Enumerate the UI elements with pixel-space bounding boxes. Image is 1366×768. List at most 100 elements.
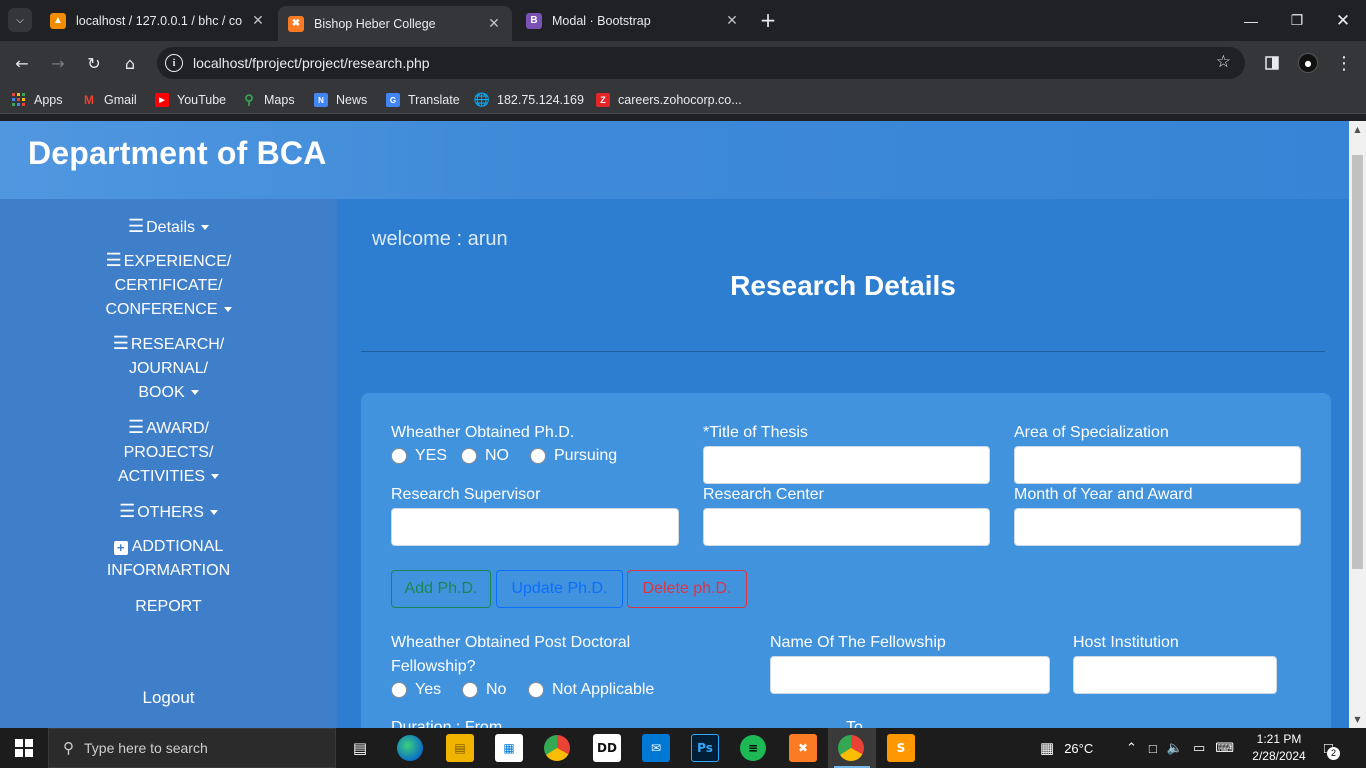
mail-icon[interactable]: ✉ xyxy=(642,734,670,762)
bookmark-zoho[interactable]: Z careers.zohocorp.co... xyxy=(596,91,742,109)
taskbar-search[interactable]: ⚲ Type here to search xyxy=(48,728,336,768)
sidebar-item-research[interactable]: ☰ RESEARCH/ JOURNAL/ BOOK xyxy=(0,331,337,405)
update-phd-button[interactable]: Update Ph.D. xyxy=(496,570,623,608)
bookmark-apps[interactable]: Apps xyxy=(12,91,63,109)
tab-search-button[interactable]: ⌵ xyxy=(8,8,32,32)
network-icon[interactable]: □ xyxy=(1149,741,1157,756)
duration-from-label: Duration : From xyxy=(391,719,503,728)
reload-icon: ↻ xyxy=(87,53,101,73)
supervisor-input[interactable] xyxy=(391,508,679,546)
battery-icon[interactable]: ▭ xyxy=(1193,740,1205,756)
bookmark-gmail[interactable]: M Gmail xyxy=(82,91,137,109)
phd-radio-no[interactable]: NO xyxy=(461,447,509,465)
chrome-menu-button[interactable]: ⋮ xyxy=(1332,51,1356,75)
fellowship-name-input[interactable] xyxy=(770,656,1050,694)
add-phd-button[interactable]: Add Ph.D. xyxy=(391,570,491,608)
bookmark-youtube[interactable]: ▶ YouTube xyxy=(155,91,226,109)
close-icon[interactable]: ✕ xyxy=(724,12,740,29)
bookmark-news[interactable]: N News xyxy=(314,91,367,109)
side-panel-button[interactable] xyxy=(1260,51,1284,75)
postdoc-radio-not-applicable[interactable]: Not Applicable xyxy=(528,681,654,699)
award-month-input[interactable] xyxy=(1014,508,1301,546)
url-text[interactable]: localhost/fproject/project/research.php xyxy=(193,55,430,71)
sidebar-item-award[interactable]: ☰ AWARD/ PROJECTS/ ACTIVITIES xyxy=(0,415,337,489)
bookmark-ip[interactable]: 🌐 182.75.124.169 xyxy=(473,91,584,109)
spotify-icon[interactable]: ≡ xyxy=(740,735,766,761)
dolby-icon[interactable]: DD xyxy=(593,734,621,762)
address-bar[interactable]: i localhost/fproject/project/research.ph… xyxy=(157,47,1245,79)
thesis-title-input[interactable] xyxy=(703,446,990,484)
sidebar-item-others[interactable]: ☰ OTHERS xyxy=(0,499,337,525)
file-explorer-icon[interactable]: ▤ xyxy=(446,734,474,762)
chevron-up-icon[interactable]: ⌃ xyxy=(1126,740,1137,756)
keyboard-icon[interactable]: ⌨ xyxy=(1215,740,1234,756)
page-viewport: Department of BCA ☰ Details ☰ EXPERIENCE/ … xyxy=(0,121,1349,728)
main-content: welcome : arun Research Details Wheather… xyxy=(337,199,1349,728)
caret-down-icon xyxy=(209,510,218,516)
scroll-up-icon[interactable]: ▲ xyxy=(1353,125,1362,134)
arrow-left-icon: ← xyxy=(15,53,29,73)
globe-icon: 🌐 xyxy=(473,92,491,107)
logout-link[interactable]: Logout xyxy=(0,688,337,708)
research-center-input[interactable] xyxy=(703,508,990,546)
phd-radio-yes[interactable]: YES xyxy=(391,447,447,465)
task-view-icon[interactable]: ▤ xyxy=(346,734,374,762)
new-tab-button[interactable]: + xyxy=(758,9,778,31)
photoshop-icon[interactable]: Ps xyxy=(691,734,719,762)
caret-down-icon xyxy=(211,474,220,480)
home-button[interactable]: ⌂ xyxy=(118,51,142,75)
bookmark-translate[interactable]: G Translate xyxy=(386,91,460,109)
windows-taskbar: ⚲ Type here to search ▤ ▤ ▦ DD ✉ Ps ≡ ✖ … xyxy=(0,728,1366,768)
scrollbar-thumb[interactable] xyxy=(1352,155,1363,569)
taskbar-clock[interactable]: 1:21 PM 2/28/2024 xyxy=(1243,731,1315,765)
sidebar: ☰ Details ☰ EXPERIENCE/ CERTIFICATE/ CONFE… xyxy=(0,199,337,728)
page-scrollbar[interactable]: ▲ ▼ xyxy=(1349,121,1366,728)
store-icon[interactable]: ▦ xyxy=(495,734,523,762)
menu-bars-icon: ☰ xyxy=(128,417,145,437)
tab-bishop-heber[interactable]: ✖ Bishop Heber College ✕ xyxy=(278,6,512,41)
restore-button[interactable]: ❐ xyxy=(1274,0,1320,41)
postdoc-radio-yes[interactable]: Yes xyxy=(391,681,441,699)
close-window-button[interactable]: ✕ xyxy=(1320,0,1366,41)
specialization-input[interactable] xyxy=(1014,446,1301,484)
edge-icon[interactable] xyxy=(397,735,423,761)
bookmark-star-icon[interactable]: ☆ xyxy=(1216,52,1231,72)
award-month-label: Month of Year and Award xyxy=(1014,486,1193,503)
chrome-profile-icon[interactable] xyxy=(838,735,864,761)
host-institution-label: Host Institution xyxy=(1073,634,1179,651)
notification-center[interactable]: □ 2 xyxy=(1324,728,1341,768)
brand-title[interactable]: Department of BCA xyxy=(28,135,327,172)
minimize-button[interactable]: — xyxy=(1228,0,1274,41)
host-institution-input[interactable] xyxy=(1073,656,1277,694)
postdoc-radio-no[interactable]: No xyxy=(462,681,506,699)
tab-phpmyadmin[interactable]: ▲ localhost / 127.0.0.1 / bhc / cor ✕ xyxy=(40,6,276,35)
site-info-icon[interactable]: i xyxy=(165,54,183,72)
bookmark-maps[interactable]: ⚲ Maps xyxy=(242,91,294,109)
delete-phd-button[interactable]: Delete ph.D. xyxy=(627,570,747,608)
sidebar-item-experience[interactable]: ☰ EXPERIENCE/ CERTIFICATE/ CONFERENCE xyxy=(0,248,337,322)
sidebar-item-details[interactable]: ☰ Details xyxy=(0,214,337,240)
sidebar-item-additional[interactable]: + ADDTIONAL INFORMARTION xyxy=(0,535,337,583)
menu-bars-icon: ☰ xyxy=(127,216,145,236)
volume-icon[interactable]: 🔈 xyxy=(1167,740,1183,756)
weather-widget[interactable]: ▦ 26°C xyxy=(1040,728,1093,768)
menu-bars-icon: ☰ xyxy=(105,250,122,270)
close-icon[interactable]: ✕ xyxy=(486,15,502,32)
thesis-title-label: *Title of Thesis xyxy=(703,424,808,441)
close-icon[interactable]: ✕ xyxy=(250,12,266,29)
phd-radio-pursuing[interactable]: Pursuing xyxy=(530,447,617,465)
tab-strip: ⌵ ▲ localhost / 127.0.0.1 / bhc / cor ✕ … xyxy=(0,0,1366,41)
scroll-down-icon[interactable]: ▼ xyxy=(1353,715,1362,724)
start-button[interactable] xyxy=(0,728,48,768)
plus-square-icon: + xyxy=(113,541,128,555)
chrome-icon[interactable] xyxy=(544,735,570,761)
profile-avatar[interactable]: ● xyxy=(1298,53,1318,73)
sublime-text-icon[interactable]: S xyxy=(887,734,915,762)
xampp-icon[interactable]: ✖ xyxy=(789,734,817,762)
forward-button[interactable]: → xyxy=(46,51,70,75)
back-button[interactable]: ← xyxy=(10,51,34,75)
sidebar-item-report[interactable]: REPORT xyxy=(0,595,337,619)
duration-to-label: To xyxy=(846,719,863,728)
tab-bootstrap[interactable]: B Modal · Bootstrap ✕ xyxy=(516,6,750,35)
reload-button[interactable]: ↻ xyxy=(82,51,106,75)
